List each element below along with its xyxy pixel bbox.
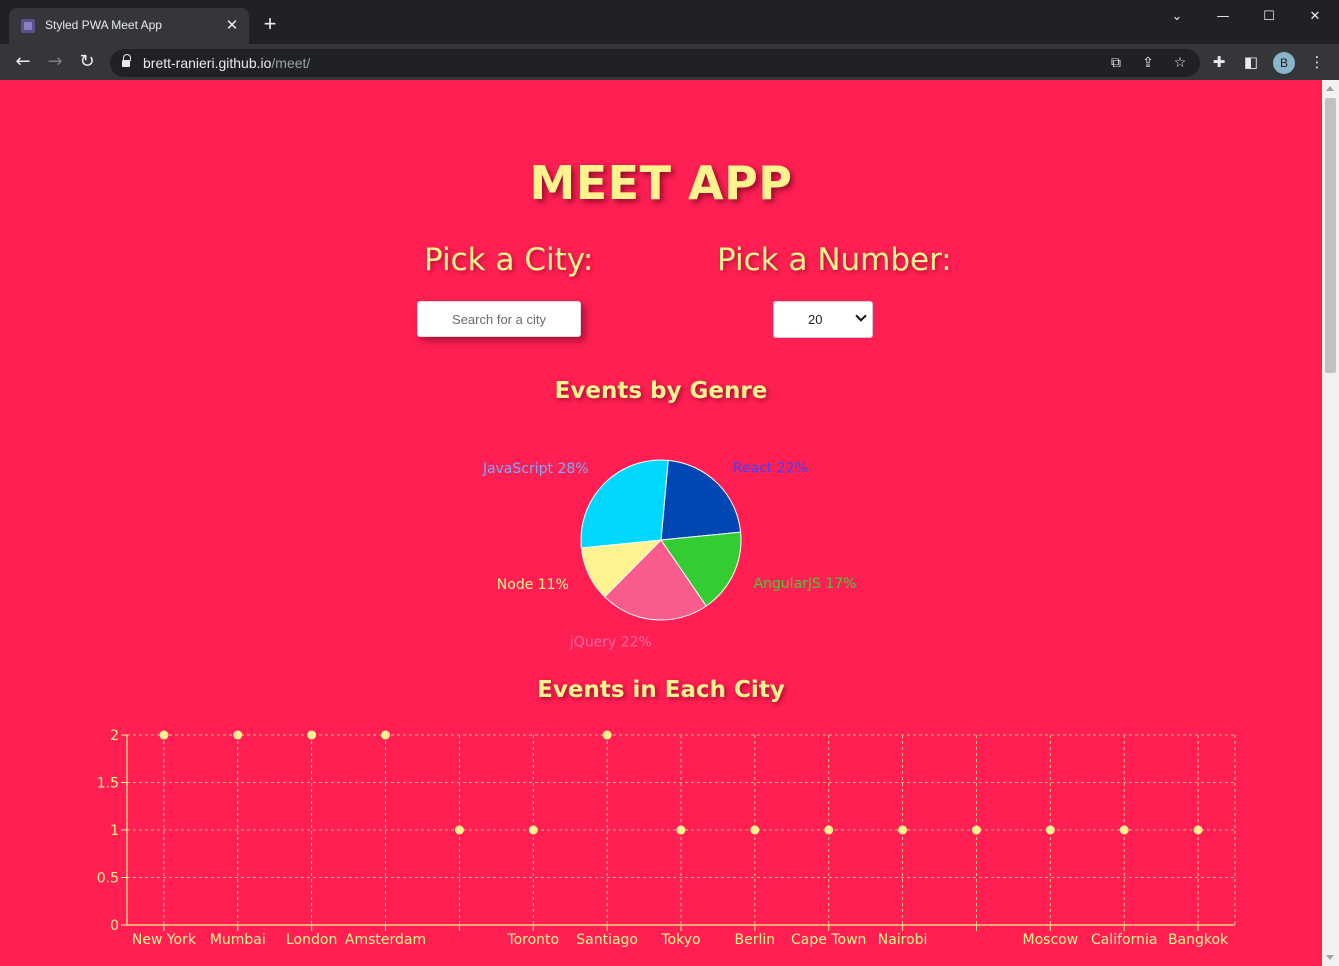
- app-title: MEET APP: [529, 156, 793, 210]
- number-select-value: 20: [808, 312, 823, 327]
- y-tick-label: 0: [110, 918, 119, 934]
- bookmark-star-icon[interactable]: ☆: [1170, 53, 1190, 73]
- x-tick-label: Berlin: [735, 932, 776, 948]
- scatter-point: [233, 730, 243, 740]
- browser-tab-bar: Styled PWA Meet App ✕ + ⌄ — ☐ ✕: [0, 0, 1339, 44]
- tab-search-chevron-icon[interactable]: ⌄: [1162, 8, 1192, 26]
- x-tick-label: California: [1091, 932, 1157, 948]
- pie-label-javascript: JavaScript 28%: [482, 461, 589, 477]
- scroll-down-icon[interactable]: [1326, 955, 1334, 960]
- open-in-app-icon[interactable]: ⧉: [1106, 53, 1126, 73]
- x-tick-label: Amsterdam: [345, 932, 426, 948]
- chevron-down-icon: [855, 310, 867, 322]
- browser-toolbar: ← → ↻ brett-ranieri.github.io/meet/ ⧉ ⇪ …: [0, 44, 1339, 80]
- scatter-point: [528, 825, 538, 835]
- x-tick-label: New York: [132, 932, 197, 948]
- page-viewport: MEET APP Pick a City: Pick a Number: 20 …: [0, 80, 1322, 966]
- profile-avatar[interactable]: B: [1273, 52, 1295, 74]
- genre-chart-title: Events by Genre: [554, 378, 768, 404]
- pie-label-angularjs: AngularJS 17%: [753, 576, 856, 592]
- share-icon[interactable]: ⇪: [1138, 53, 1158, 73]
- x-tick-label: Toronto: [506, 932, 559, 948]
- pie-label-react: React 22%: [733, 461, 808, 477]
- x-tick-label: London: [286, 932, 337, 948]
- scatter-point: [898, 825, 908, 835]
- scroll-up-icon[interactable]: [1326, 86, 1334, 91]
- scatter-point: [602, 730, 612, 740]
- x-tick-label: Bangkok: [1168, 932, 1229, 948]
- x-tick-label: Santiago: [576, 932, 638, 948]
- y-tick-label: 1: [110, 823, 119, 839]
- x-tick-label: Cape Town: [791, 932, 866, 948]
- scatter-point: [454, 825, 464, 835]
- browser-menu-icon[interactable]: ⋮: [1305, 50, 1329, 74]
- lock-icon: [122, 54, 131, 68]
- genre-pie-chart: React 22% AngularJS 17% jQuery 22% Node 11%…: [482, 459, 857, 650]
- city-chart-title: Events in Each City: [537, 677, 785, 703]
- tab-title: Styled PWA Meet App: [45, 18, 162, 32]
- scatter-point: [1119, 825, 1129, 835]
- pie-slice-javascript: [580, 459, 669, 549]
- scatter-point: [381, 730, 391, 740]
- scatter-point: [1045, 825, 1055, 835]
- browser-tab[interactable]: Styled PWA Meet App ✕: [9, 8, 249, 44]
- scatter-point: [159, 730, 169, 740]
- close-window-icon[interactable]: ✕: [1300, 8, 1330, 26]
- scatter-point: [971, 825, 981, 835]
- city-search-input[interactable]: [417, 301, 581, 337]
- city-scatter-chart: 0 0.5 1 1.5 2 New York Mumbai London Amsterdam To…: [97, 728, 1236, 948]
- scroll-thumb[interactable]: [1325, 98, 1336, 373]
- url-text: brett-ranieri.github.io/meet/: [143, 55, 311, 71]
- reload-icon[interactable]: ↻: [75, 50, 99, 74]
- extensions-puzzle-icon[interactable]: ✚: [1207, 50, 1231, 74]
- forward-arrow-icon[interactable]: →: [43, 50, 67, 74]
- close-tab-icon[interactable]: ✕: [223, 16, 241, 34]
- scatter-point: [1193, 825, 1203, 835]
- new-tab-icon[interactable]: +: [259, 13, 281, 36]
- back-arrow-icon[interactable]: ←: [11, 50, 35, 74]
- x-tick-label: Nairobi: [878, 932, 928, 948]
- tab-favicon-icon: [21, 19, 35, 33]
- maximize-icon[interactable]: ☐: [1254, 8, 1284, 26]
- scatter-point: [824, 825, 834, 835]
- x-tick-label: Mumbai: [210, 932, 266, 948]
- pie-label-jquery: jQuery 22%: [569, 635, 652, 650]
- x-tick-label: Tokyo: [660, 932, 700, 948]
- number-of-events-select[interactable]: 20: [773, 301, 873, 338]
- number-label: Pick a Number:: [717, 242, 952, 278]
- scatter-point: [750, 825, 760, 835]
- pie-label-node: Node 11%: [497, 577, 569, 593]
- page-scrollbar[interactable]: [1322, 80, 1339, 966]
- scatter-point: [676, 825, 686, 835]
- pie-slice-react: [660, 459, 742, 541]
- scatter-point: [307, 730, 317, 740]
- y-tick-label: 1.5: [97, 776, 119, 792]
- y-tick-label: 0.5: [97, 871, 119, 887]
- y-tick-label: 2: [110, 728, 119, 744]
- address-bar[interactable]: brett-ranieri.github.io/meet/ ⧉ ⇪ ☆: [110, 49, 1200, 77]
- city-label: Pick a City:: [424, 242, 594, 278]
- x-tick-label: Moscow: [1023, 932, 1079, 948]
- minimize-icon[interactable]: —: [1208, 8, 1238, 26]
- side-panel-icon[interactable]: ◧: [1239, 50, 1263, 74]
